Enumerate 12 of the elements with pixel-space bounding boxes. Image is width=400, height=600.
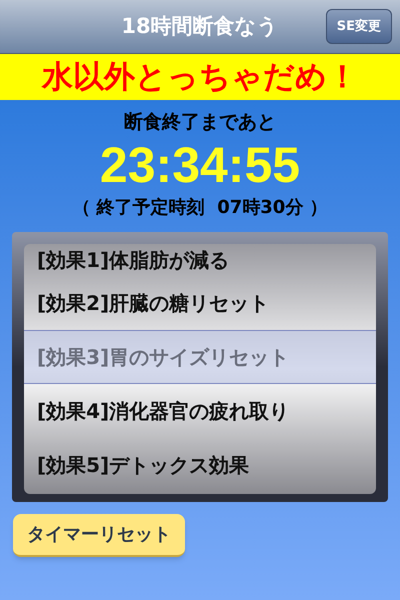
picker-row[interactable]: [効果2]肝臓の糖リセット	[24, 276, 376, 330]
picker-row[interactable]: [効果4]消化器官の疲れ取り	[24, 384, 376, 438]
picker-row[interactable]: [効果5]デトックス効果	[24, 438, 376, 492]
se-change-button[interactable]: SE変更	[326, 9, 392, 44]
picker-row[interactable]: [効果1]体脂肪が減る	[24, 244, 376, 276]
nav-title: 18時間断食なう	[121, 12, 279, 40]
countdown-timer: 23:34:55	[100, 136, 300, 194]
end-time-text: （ 終了予定時刻 07時30分 ）	[72, 196, 328, 220]
countdown-label: 断食終了まであと	[124, 110, 276, 135]
timer-reset-button[interactable]: タイマーリセット	[13, 514, 185, 557]
warning-banner: 水以外とっちゃだめ！	[0, 54, 400, 100]
effects-picker[interactable]: [効果1]体脂肪が減る [効果2]肝臓の糖リセット [効果3]胃のサイズリセット [効果4]消化器官の疲れ取り [効果5]デトックス効果	[12, 232, 388, 502]
